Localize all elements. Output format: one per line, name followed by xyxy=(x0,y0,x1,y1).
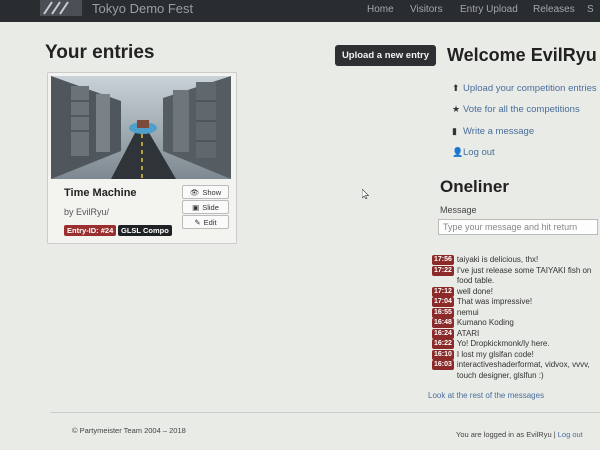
message-text: interactiveshaderformat, vidvox, vvvv, t… xyxy=(456,360,590,380)
list-item: 16:03 interactiveshaderformat, vidvox, vv… xyxy=(432,360,600,381)
message-text: well done! xyxy=(456,286,493,296)
nav-more[interactable]: S xyxy=(587,4,594,15)
show-button[interactable]: 👁 Show xyxy=(182,185,229,199)
list-item: 16:10 I lost my glslfan code! xyxy=(432,349,600,361)
logged-in-text: You are logged in as EvilRyu xyxy=(456,430,552,439)
mouse-cursor-icon xyxy=(362,189,369,199)
copyright-text: © Partymeister Team 2004 – 2018 xyxy=(72,426,186,435)
pencil-icon: ✎ xyxy=(194,217,201,227)
message-text: taiyaki is delicious, thx! xyxy=(456,255,539,264)
message-text: Yo! Dropkickmonk/ly here. xyxy=(456,339,550,348)
compo-badge: GLSL Compo xyxy=(118,225,172,236)
nav-visitors[interactable]: Visitors xyxy=(410,4,443,15)
user-icon: 👤 xyxy=(452,147,464,157)
vote-label: Vote for all the competitions xyxy=(463,104,580,115)
upload-entries-link[interactable]: ⬆ Upload your competition entries xyxy=(452,83,597,94)
slide-button-label: Slide xyxy=(202,202,219,212)
message-input[interactable]: Type your message and hit return xyxy=(438,219,598,235)
message-time: 16:55 xyxy=(432,307,454,318)
slide-button[interactable]: ▣ Slide xyxy=(182,200,229,214)
message-text: I've just release some TAIYAKI fish on f… xyxy=(456,265,592,286)
message-time: 16:03 xyxy=(432,360,454,370)
entries-heading: Your entries xyxy=(45,42,155,63)
entry-thumbnail[interactable] xyxy=(51,76,231,179)
upload-entries-label: Upload your competition entries xyxy=(463,83,597,94)
more-messages-link[interactable]: Look at the rest of the messages xyxy=(428,391,544,400)
list-item: 16:24 ATARI xyxy=(432,328,600,340)
upload-entry-button[interactable]: Upload a new entry xyxy=(335,45,436,66)
entry-author: by EvilRyu/ xyxy=(64,207,110,217)
entry-card: Time Machine by EvilRyu/ Entry-ID: #24 G… xyxy=(47,72,237,244)
list-item: 17:12 well done! xyxy=(432,286,600,298)
footer-logout-link[interactable]: Log out xyxy=(558,430,583,439)
footer-divider xyxy=(50,412,600,413)
footer-separator: | xyxy=(553,430,556,439)
logout-link[interactable]: 👤 Log out xyxy=(452,147,495,158)
image-icon: ▣ xyxy=(192,202,200,212)
welcome-heading: Welcome EvilRyu xyxy=(447,45,597,65)
message-text: Kumano Koding xyxy=(456,318,514,327)
list-item: 16:55 nemui xyxy=(432,307,600,319)
eye-icon: 👁 xyxy=(189,187,200,197)
message-time: 16:24 xyxy=(432,328,454,339)
edit-button[interactable]: ✎ Edit xyxy=(182,215,229,229)
logged-in-status: You are logged in as EvilRyu | Log out xyxy=(456,430,583,439)
message-time: 17:56 xyxy=(432,255,454,265)
star-icon: ★ xyxy=(452,104,461,114)
message-time: 16:10 xyxy=(432,349,454,360)
logo[interactable] xyxy=(40,0,82,16)
message-time: 17:22 xyxy=(432,265,454,276)
write-message-link[interactable]: ▮ Write a message xyxy=(452,126,534,137)
message-text: I lost my glslfan code! xyxy=(456,349,534,359)
list-item: 17:04 That was impressive! xyxy=(432,297,600,308)
oneliner-heading: Oneliner xyxy=(440,177,509,196)
message-time: 17:12 xyxy=(432,286,454,297)
nav-home[interactable]: Home xyxy=(367,4,394,15)
nav-releases[interactable]: Releases xyxy=(533,4,575,15)
entry-title[interactable]: Time Machine xyxy=(64,187,137,199)
nav-entry-upload[interactable]: Entry Upload xyxy=(460,4,518,15)
message-label: Message xyxy=(440,205,477,215)
brand-title[interactable]: Tokyo Demo Fest xyxy=(92,1,193,16)
top-navbar: Tokyo Demo Fest Home Visitors Entry Uplo… xyxy=(0,0,600,22)
entry-id-badge: Entry-ID: #24 xyxy=(64,225,117,236)
edit-button-label: Edit xyxy=(203,217,217,227)
list-item: 17:56 taiyaki is delicious, thx! xyxy=(432,255,600,266)
logout-label: Log out xyxy=(463,147,495,158)
comment-icon: ▮ xyxy=(452,126,457,136)
list-item: 17:22 I've just release some TAIYAKI fish… xyxy=(432,265,600,287)
oneliner-messages: 17:56 taiyaki is delicious, thx! 17:22 I'v… xyxy=(432,255,600,381)
write-message-label: Write a message xyxy=(463,126,535,137)
message-time: 16:48 xyxy=(432,318,454,328)
message-text: That was impressive! xyxy=(456,297,533,306)
list-item: 16:48 Kumano Koding xyxy=(432,318,600,329)
message-time: 16:22 xyxy=(432,339,454,349)
message-text: ATARI xyxy=(456,328,480,338)
show-button-label: Show xyxy=(202,187,222,197)
message-time: 17:04 xyxy=(432,297,454,307)
upload-icon: ⬆ xyxy=(452,83,460,93)
vote-link[interactable]: ★ Vote for all the competitions xyxy=(452,104,580,115)
message-text: nemui xyxy=(456,307,479,317)
list-item: 16:22 Yo! Dropkickmonk/ly here. xyxy=(432,339,600,350)
